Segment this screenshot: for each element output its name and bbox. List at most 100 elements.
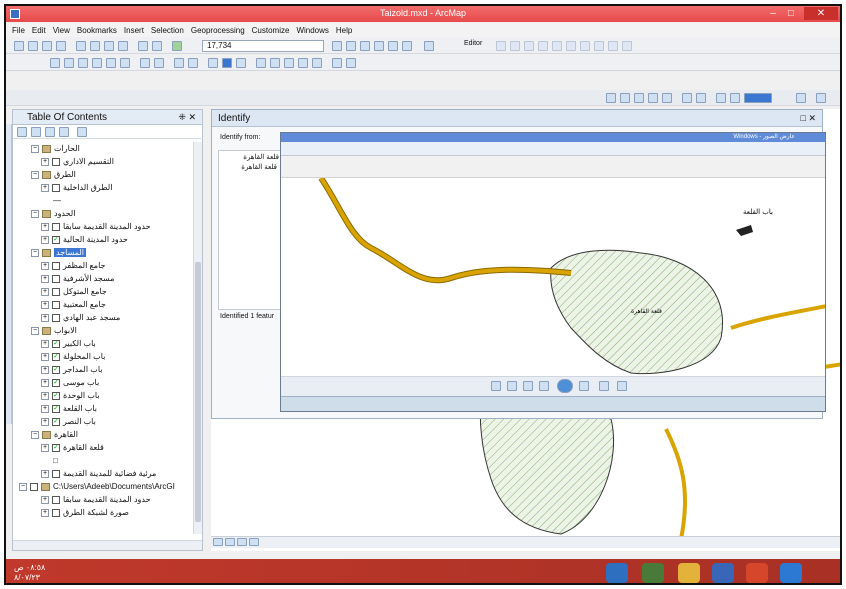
- toc-symbol[interactable]: □: [53, 454, 58, 467]
- chrome-icon[interactable]: [746, 563, 768, 583]
- layer-visibility-checkbox[interactable]: [52, 469, 60, 478]
- toc-layer[interactable]: + حدود المدينة القديمة سابقا: [41, 493, 151, 506]
- layer-visibility-checkbox[interactable]: ✓: [52, 235, 60, 244]
- fixed-zoom-out-icon[interactable]: [120, 58, 130, 68]
- arctoolbox-icon[interactable]: [388, 41, 398, 51]
- toc-scroll-thumb[interactable]: [195, 262, 201, 522]
- minimize-button[interactable]: –: [764, 7, 782, 20]
- expand-toggle-icon[interactable]: +: [41, 300, 49, 309]
- redo-icon[interactable]: [152, 41, 162, 51]
- effects-icon[interactable]: [716, 93, 726, 103]
- file-explorer-icon[interactable]: [678, 563, 700, 583]
- layer-visibility-checkbox[interactable]: [52, 287, 60, 296]
- save-icon[interactable]: [42, 41, 52, 51]
- photo-viewer-icon[interactable]: [712, 563, 734, 583]
- create-viewer-icon[interactable]: [346, 58, 356, 68]
- layer-visibility-checkbox[interactable]: [52, 495, 60, 504]
- layer-icon[interactable]: [620, 93, 630, 103]
- sketch-tool-icon[interactable]: [510, 41, 520, 51]
- expand-toggle-icon[interactable]: +: [41, 339, 49, 348]
- list-by-drawing-order-icon[interactable]: [17, 127, 27, 137]
- toc-layer[interactable]: + ✓ قلعة القاهرة: [41, 441, 104, 454]
- cut-polygon-icon[interactable]: [580, 41, 590, 51]
- new-document-icon[interactable]: [14, 41, 24, 51]
- zoom-in-icon[interactable]: [50, 58, 60, 68]
- expand-toggle-icon[interactable]: −: [31, 430, 39, 439]
- layer-visibility-checkbox[interactable]: ✓: [52, 391, 60, 400]
- layer-visibility-checkbox[interactable]: ✓: [52, 404, 60, 413]
- toc-layer[interactable]: + الطرق الداخلية: [41, 181, 112, 194]
- identify-tree-feature[interactable]: قلعة القاهرة: [241, 163, 277, 171]
- scale-raster-icon[interactable]: [662, 93, 672, 103]
- layer-visibility-checkbox[interactable]: [52, 313, 60, 322]
- hyperlink-icon[interactable]: [236, 58, 246, 68]
- pin-close-icon[interactable]: ⁜ ✕: [178, 110, 196, 125]
- expand-toggle-icon[interactable]: +: [41, 378, 49, 387]
- trace-icon[interactable]: [538, 41, 548, 51]
- html-popup-icon[interactable]: [256, 58, 266, 68]
- layer-visibility-checkbox[interactable]: [52, 274, 60, 283]
- menu-windows[interactable]: Windows: [296, 26, 328, 35]
- attributes-icon[interactable]: [608, 41, 618, 51]
- layout-view-icon[interactable]: [816, 93, 826, 103]
- close-button[interactable]: ✕: [804, 7, 838, 20]
- toc-layer[interactable]: + ✓ حدود المدينة الحالية: [41, 233, 128, 246]
- map-scale-input[interactable]: 17,734: [202, 40, 324, 52]
- layer-visibility-checkbox[interactable]: [52, 300, 60, 309]
- layer-visibility-checkbox[interactable]: ✓: [52, 352, 60, 361]
- previous-icon[interactable]: [539, 381, 549, 391]
- python-icon[interactable]: [402, 41, 412, 51]
- menu-geoprocessing[interactable]: Geoprocessing: [191, 26, 245, 35]
- flicker-icon[interactable]: [796, 93, 806, 103]
- expand-toggle-icon[interactable]: +: [41, 391, 49, 400]
- expand-toggle-icon[interactable]: −: [31, 170, 39, 179]
- find-route-icon[interactable]: [298, 58, 308, 68]
- search-app-icon[interactable]: [606, 563, 628, 583]
- rotate-right-icon[interactable]: [523, 381, 533, 391]
- sketch-properties-icon[interactable]: [622, 41, 632, 51]
- refresh-icon[interactable]: [237, 538, 247, 546]
- zoom-icon[interactable]: [617, 381, 627, 391]
- shift-raster-icon[interactable]: [648, 93, 658, 103]
- expand-toggle-icon[interactable]: +: [41, 287, 49, 296]
- expand-toggle-icon[interactable]: +: [41, 404, 49, 413]
- menu-customize[interactable]: Customize: [252, 26, 290, 35]
- find-icon[interactable]: [284, 58, 294, 68]
- toc-vertical-scrollbar[interactable]: [193, 142, 202, 534]
- menu-file[interactable]: File: [12, 26, 25, 35]
- expand-toggle-icon[interactable]: +: [41, 183, 49, 192]
- expand-toggle-icon[interactable]: −: [19, 482, 27, 491]
- list-by-source-icon[interactable]: [31, 127, 41, 137]
- menu-help[interactable]: Help: [336, 26, 352, 35]
- edit-tool-icon[interactable]: [496, 41, 506, 51]
- toc-layer[interactable]: + مسجد الأشرفية: [41, 272, 114, 285]
- toc-layer[interactable]: + حدود المدينة القديمة سابقا: [41, 220, 151, 233]
- toc-group[interactable]: − الحارات: [31, 142, 80, 155]
- toc-symbol[interactable]: —: [53, 194, 61, 207]
- expand-toggle-icon[interactable]: +: [41, 313, 49, 322]
- clear-selection-icon[interactable]: [188, 58, 198, 68]
- toc-group[interactable]: − الابواب: [31, 324, 77, 337]
- list-by-selection-icon[interactable]: [59, 127, 69, 137]
- layer-visibility-checkbox[interactable]: ✓: [52, 339, 60, 348]
- expand-toggle-icon[interactable]: −: [31, 209, 39, 218]
- editor-menu-button[interactable]: Editor: [464, 40, 482, 47]
- toc-layer[interactable]: + ✓ باب النصر: [41, 415, 96, 428]
- paste-icon[interactable]: [104, 41, 114, 51]
- cut-icon[interactable]: [76, 41, 86, 51]
- toc-group[interactable]: − القاهرة: [31, 428, 78, 441]
- toc-layer[interactable]: + جامع المتوكل: [41, 285, 107, 298]
- link-icon[interactable]: [682, 93, 692, 103]
- expand-toggle-icon[interactable]: +: [41, 365, 49, 374]
- toc-layer[interactable]: + التقسيم الاداري: [41, 155, 114, 168]
- delete-photo-icon[interactable]: [491, 381, 501, 391]
- toc-layer[interactable]: + جامع المعتبية: [41, 298, 106, 311]
- open-icon[interactable]: [28, 41, 38, 51]
- expand-toggle-icon[interactable]: −: [31, 248, 39, 257]
- pan-icon[interactable]: [78, 58, 88, 68]
- layer-visibility-checkbox[interactable]: ✓: [52, 417, 60, 426]
- expand-toggle-icon[interactable]: +: [41, 417, 49, 426]
- toc-group[interactable]: − الحدود: [31, 207, 75, 220]
- expand-toggle-icon[interactable]: −: [31, 144, 39, 153]
- layer-visibility-checkbox[interactable]: [52, 261, 60, 270]
